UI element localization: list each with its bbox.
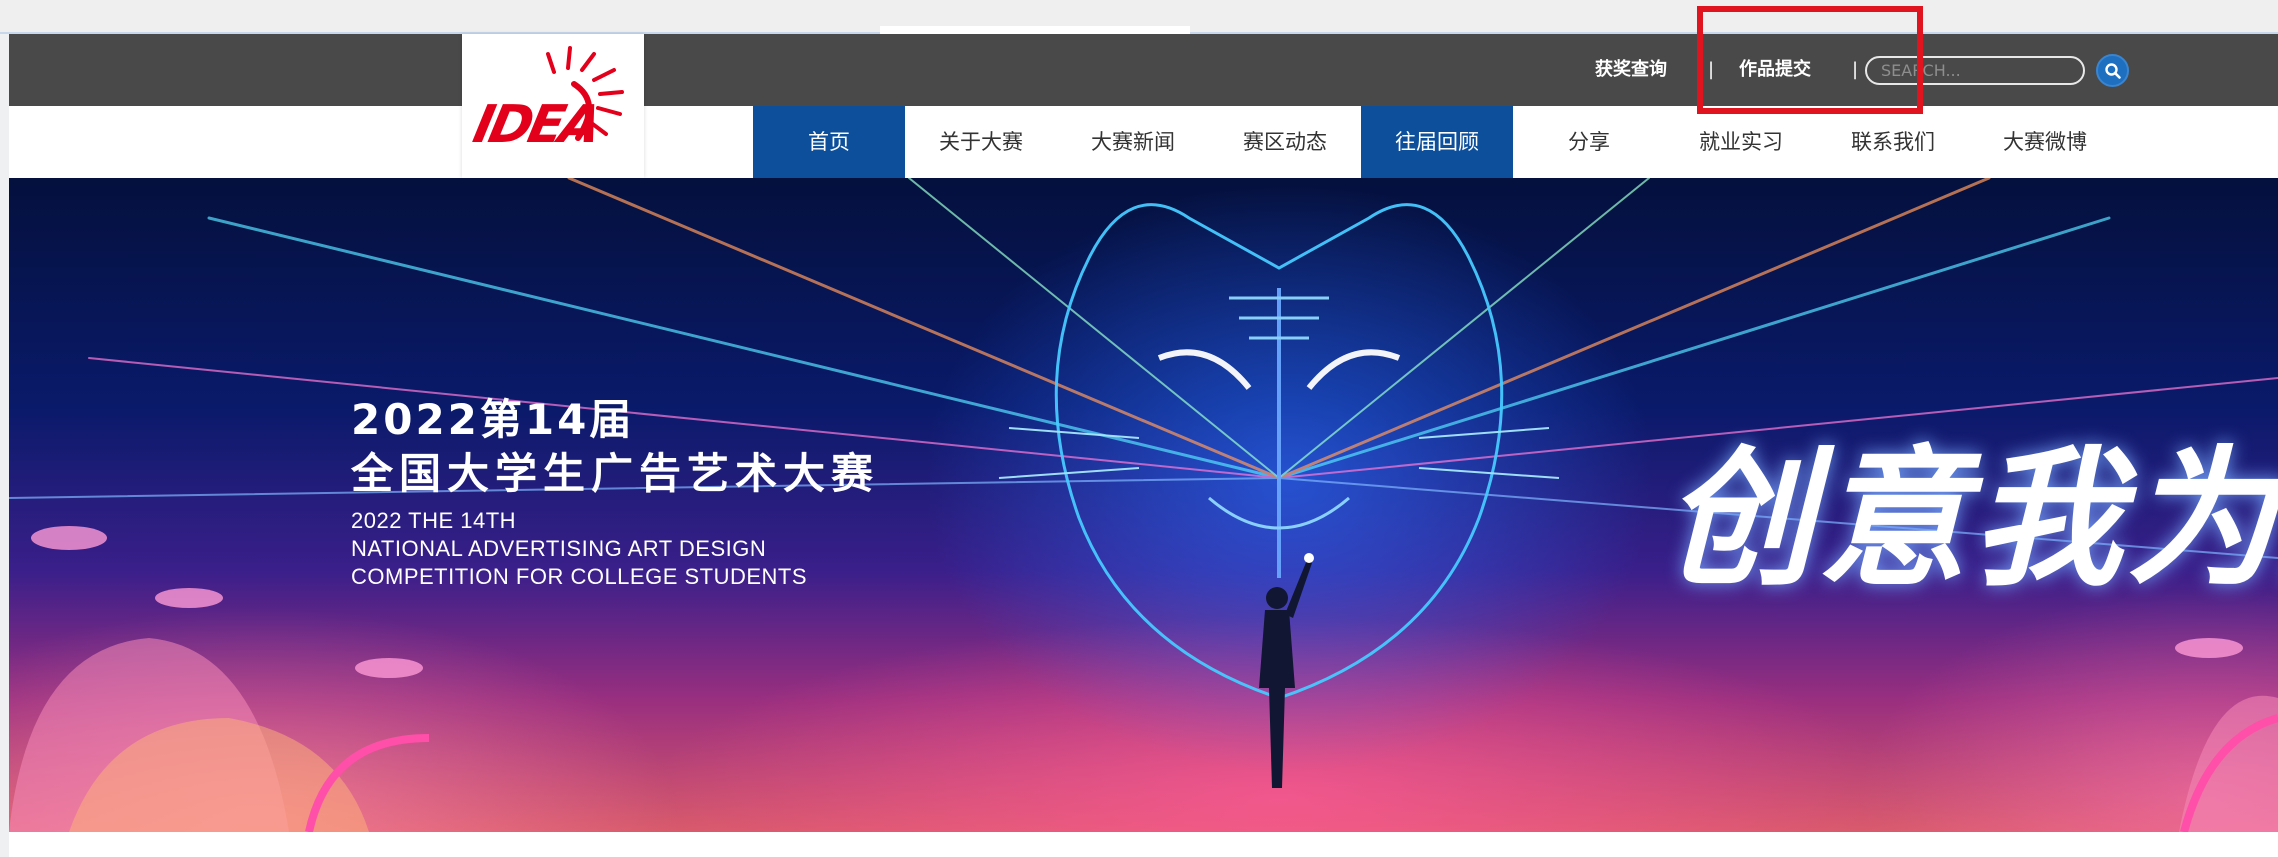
browser-chrome-strip xyxy=(0,0,2278,34)
idea-logo-icon: IDEA xyxy=(468,46,624,155)
nav-item-news[interactable]: 大赛新闻 xyxy=(1057,106,1209,178)
banner-en-line-3: COMPETITION FOR COLLEGE STUDENTS xyxy=(351,564,808,589)
browser-tab[interactable] xyxy=(880,26,1190,34)
banner-title: 全国大学生广告艺术大赛 xyxy=(351,449,880,498)
nav-item-home[interactable]: 首页 xyxy=(753,106,905,178)
search-button[interactable] xyxy=(2096,54,2129,87)
nav-item-contact[interactable]: 联系我们 xyxy=(1817,106,1969,178)
site-logo[interactable]: IDEA xyxy=(462,34,644,178)
banner-en-line-2: NATIONAL ADVERTISING ART DESIGN xyxy=(351,536,767,561)
nav-item-weibo[interactable]: 大赛微博 xyxy=(1969,106,2121,178)
award-query-link[interactable]: 获奖查询 xyxy=(1595,34,1667,106)
main-nav: 首页 关于大赛 大赛新闻 赛区动态 往届回顾 分享 就业实习 联系我们 大赛微博 xyxy=(9,106,2278,178)
page-content-start xyxy=(9,832,2278,857)
work-submit-link[interactable]: 作品提交 xyxy=(1739,34,1811,106)
svg-text:IDEA: IDEA xyxy=(468,95,603,155)
page: 获奖查询 | 作品提交 | 首页 关于大赛 大赛新闻 赛区动态 往届回顾 分享 … xyxy=(0,0,2278,857)
search-icon xyxy=(2104,62,2121,79)
hero-banner[interactable]: 2022第14届 全国大学生广告艺术大赛 2022 THE 14TH NATIO… xyxy=(9,178,2278,832)
nav-item-about[interactable]: 关于大赛 xyxy=(905,106,1057,178)
banner-year: 2022第14届 xyxy=(351,395,635,444)
nav-item-share[interactable]: 分享 xyxy=(1513,106,1665,178)
banner-en-line-1: 2022 THE 14TH xyxy=(351,508,517,533)
left-edge xyxy=(0,34,9,857)
nav-item-review[interactable]: 往届回顾 xyxy=(1361,106,1513,178)
top-bar: 获奖查询 | 作品提交 | xyxy=(9,34,2278,106)
top-separator: | xyxy=(1708,59,1715,80)
top-separator-2: | xyxy=(1852,59,1859,80)
banner-slogan: 创意我为王 xyxy=(1664,433,2278,607)
nav-item-region[interactable]: 赛区动态 xyxy=(1209,106,1361,178)
nav-item-jobs[interactable]: 就业实习 xyxy=(1665,106,1817,178)
search-input[interactable] xyxy=(1865,56,2085,85)
